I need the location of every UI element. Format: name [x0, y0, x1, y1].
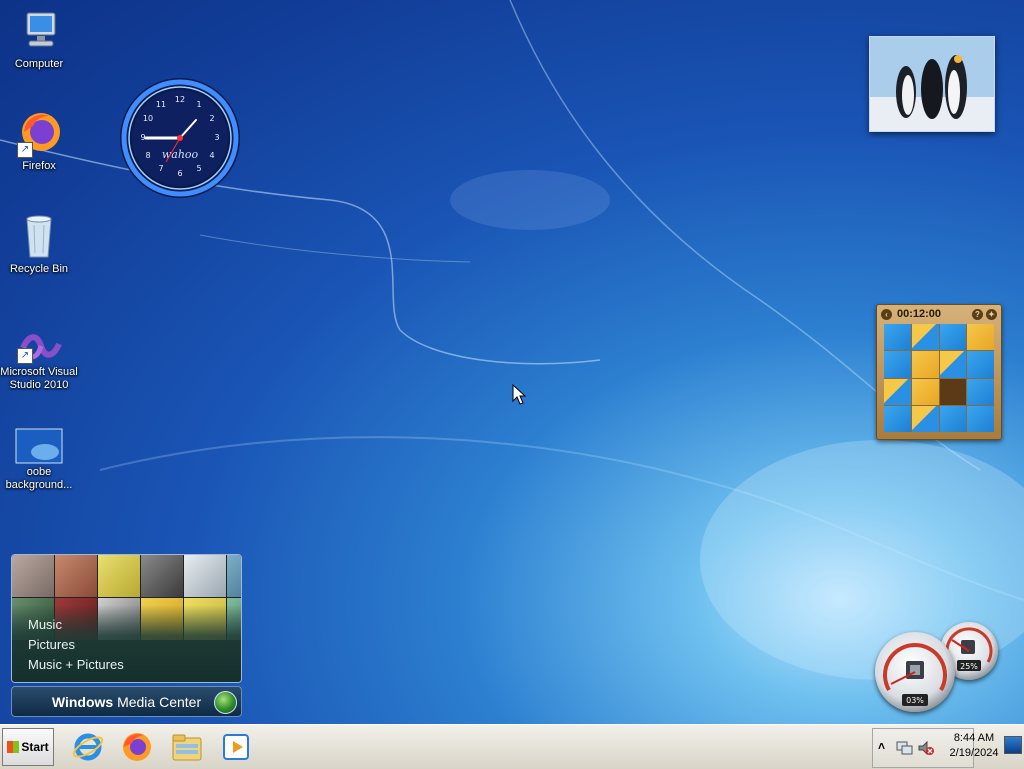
taskbar-media-player[interactable] — [220, 730, 254, 764]
puzzle-tile[interactable] — [884, 405, 911, 432]
shortcut-arrow-icon: ↗ — [17, 348, 33, 364]
start-label: Start — [21, 740, 49, 754]
taskbar-clock[interactable]: 8:44 AM 2/19/2024 — [943, 731, 1005, 761]
clock-numeral: 1 — [196, 100, 201, 109]
desktop-icon-label: Microsoft Visual Studio 2010 — [0, 366, 78, 391]
media-center-launch-button[interactable]: Windows Media Center — [11, 686, 242, 717]
media-center-gadget[interactable]: Music Pictures Music + Pictures Windows … — [11, 554, 242, 717]
taskbar-internet-explorer[interactable] — [71, 730, 105, 764]
puzzle-tile[interactable] — [884, 351, 911, 378]
puzzle-tile[interactable] — [967, 324, 994, 351]
clock-numeral: 4 — [209, 151, 214, 160]
recycle-bin-icon — [15, 213, 63, 261]
clock-numeral: 11 — [156, 100, 166, 109]
internet-explorer-icon — [72, 733, 104, 761]
image-file-icon — [15, 428, 63, 464]
media-center-title: Media Center — [113, 693, 202, 710]
puzzle-board[interactable] — [884, 324, 994, 432]
start-button[interactable]: Start — [2, 728, 54, 766]
clock-numeral: 3 — [214, 133, 219, 142]
show-hidden-icons-button[interactable]: ˄ — [878, 739, 885, 753]
windows-orb-icon — [214, 691, 237, 714]
puzzle-empty-slot — [939, 378, 967, 405]
desktop-icon-label: Recycle Bin — [9, 263, 69, 275]
puzzle-solve-icon[interactable]: ✦ — [986, 308, 997, 320]
clock-numeral: 10 — [143, 114, 153, 123]
shortcut-arrow-icon: ↗ — [17, 142, 33, 158]
clock-numeral: 2 — [209, 114, 214, 123]
media-center-item-music[interactable]: Music — [28, 615, 124, 635]
puzzle-tile[interactable] — [939, 324, 967, 351]
taskbar-firefox[interactable] — [120, 730, 154, 764]
media-player-icon — [223, 734, 249, 760]
clock-numeral: 7 — [158, 164, 163, 173]
visual-studio-icon: ↗ — [15, 330, 63, 364]
desktop-icon-label: Firefox — [22, 160, 56, 172]
puzzle-tile[interactable] — [939, 405, 967, 432]
picture-puzzle-gadget[interactable]: ‹ 00:12:00 ? ✦ — [876, 304, 1002, 440]
network-icon[interactable] — [895, 739, 913, 757]
firefox-icon: ↗ — [15, 110, 63, 158]
taskbar-time: 8:44 AM — [953, 732, 995, 744]
clock-numeral: 5 — [196, 164, 201, 173]
show-desktop-button[interactable] — [1004, 736, 1022, 754]
taskbar-file-explorer[interactable] — [170, 730, 204, 764]
desktop-icon-label: oobe background... — [5, 466, 73, 491]
puzzle-tile[interactable] — [884, 324, 911, 351]
puzzle-timer: 00:12:00 — [897, 308, 942, 320]
desktop-icon-firefox[interactable]: ↗ Firefox — [0, 110, 78, 173]
computer-icon — [15, 8, 63, 56]
puzzle-back-icon[interactable]: ‹ — [881, 308, 892, 320]
cpu-meter-dial[interactable]: 03% — [875, 632, 955, 712]
clock-numeral: 8 — [145, 151, 150, 160]
file-explorer-icon — [172, 734, 202, 761]
puzzle-tile[interactable] — [967, 351, 994, 378]
windows-logo-icon — [7, 741, 20, 753]
clock-gadget[interactable]: 12 1 2 3 4 5 6 7 8 9 10 11 wahoo — [118, 76, 242, 200]
desktop-icon-visual-studio[interactable]: ↗ Microsoft Visual Studio 2010 — [0, 330, 78, 392]
puzzle-tile[interactable] — [911, 351, 939, 378]
cpu-percent: 03% — [906, 696, 924, 705]
clock-numeral: 12 — [175, 95, 185, 104]
taskbar: Start ˄ — [0, 724, 1024, 769]
puzzle-tile[interactable] — [884, 378, 911, 405]
desktop-icon-label: Computer — [14, 58, 64, 70]
firefox-icon — [123, 733, 151, 761]
media-center-item-music-pictures[interactable]: Music + Pictures — [28, 655, 124, 675]
taskbar-date: 2/19/2024 — [949, 747, 999, 759]
desktop-icon-oobe-background[interactable]: oobe background... — [0, 428, 78, 492]
clock-numeral: 6 — [177, 169, 182, 178]
volume-muted-icon[interactable] — [917, 739, 935, 757]
puzzle-help-icon[interactable]: ? — [972, 308, 983, 320]
puzzle-tile[interactable] — [911, 324, 939, 351]
mouse-cursor-icon — [512, 384, 526, 405]
puzzle-tile[interactable] — [911, 378, 939, 405]
puzzle-tile[interactable] — [967, 378, 994, 405]
media-center-title-bold: Windows — [51, 693, 114, 710]
desktop-icon-computer[interactable]: Computer — [0, 8, 78, 71]
puzzle-tile[interactable] — [911, 405, 939, 432]
desktop-icon-recycle-bin[interactable]: Recycle Bin — [0, 213, 78, 276]
media-center-item-pictures[interactable]: Pictures — [28, 635, 124, 655]
puzzle-tile[interactable] — [967, 405, 994, 432]
puzzle-tile[interactable] — [939, 351, 967, 378]
slideshow-gadget[interactable] — [869, 36, 995, 132]
penguins-photo — [870, 37, 994, 131]
memory-percent: 25% — [960, 662, 978, 671]
